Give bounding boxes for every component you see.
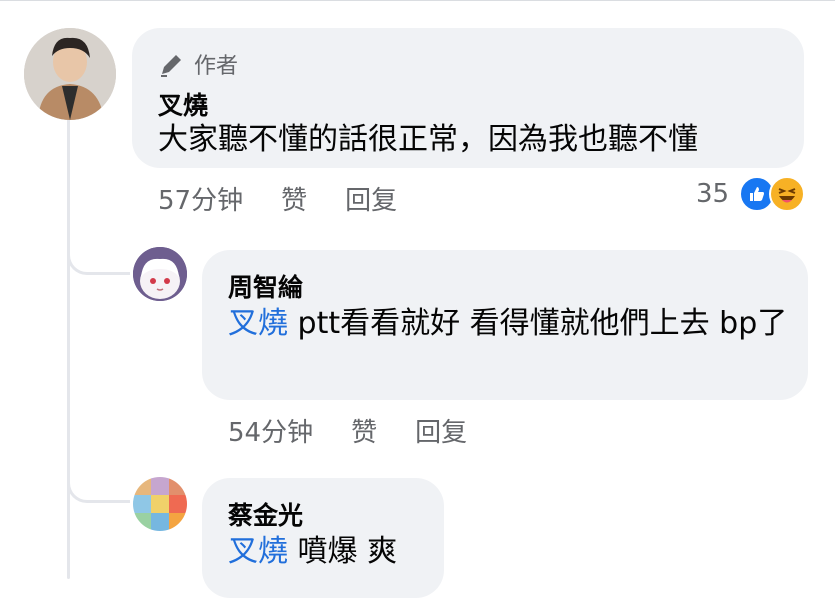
comment-meta: 57分钟 赞 回复 [158, 180, 435, 217]
top-divider [0, 0, 835, 1]
avatar[interactable] [24, 28, 116, 120]
thread-line [67, 118, 70, 579]
comment-text: 大家聽不懂的話很正常，因為我也聽不懂 [158, 122, 698, 157]
mention-link[interactable]: 叉燒 [228, 534, 288, 569]
reply-button[interactable]: 回复 [415, 412, 467, 449]
avatar[interactable] [133, 477, 187, 531]
reply-branch-line [67, 242, 130, 275]
author-badge: 作者 [158, 48, 238, 80]
reply-branch-line [67, 470, 130, 503]
commenter-name[interactable]: 周智綸 [228, 268, 303, 304]
avatar[interactable] [133, 247, 187, 301]
comment-body: 噴爆 爽 [288, 534, 398, 569]
comment-text: 叉燒 ptt看看就好 看得懂就他們上去 bp了 [228, 302, 788, 346]
author-badge-label: 作者 [194, 54, 239, 79]
commenter-name[interactable]: 蔡金光 [228, 496, 303, 532]
commenter-name[interactable]: 叉燒 [158, 86, 208, 122]
like-button[interactable]: 赞 [351, 412, 377, 449]
comment-meta: 54分钟 赞 回复 [228, 412, 505, 449]
reaction-count: 35 [696, 179, 730, 209]
comment-time[interactable]: 54分钟 [228, 412, 313, 449]
pen-icon [161, 55, 181, 77]
comment-text: 叉燒 噴爆 爽 [228, 530, 438, 574]
like-button[interactable]: 赞 [281, 180, 307, 217]
comment-bubble: 周智綸 叉燒 ptt看看就好 看得懂就他們上去 bp了 [202, 250, 808, 400]
mention-link[interactable]: 叉燒 [228, 306, 288, 341]
reply-button[interactable]: 回复 [345, 180, 397, 217]
comment-body: ptt看看就好 看得懂就他們上去 bp了 [288, 306, 788, 341]
comment-bubble: 蔡金光 叉燒 噴爆 爽 [202, 478, 444, 598]
haha-icon [769, 176, 806, 212]
comment-time[interactable]: 57分钟 [158, 180, 243, 217]
reaction-summary[interactable]: 35 [696, 176, 806, 212]
comment-bubble: 作者 叉燒 大家聽不懂的話很正常，因為我也聽不懂 [132, 28, 804, 168]
